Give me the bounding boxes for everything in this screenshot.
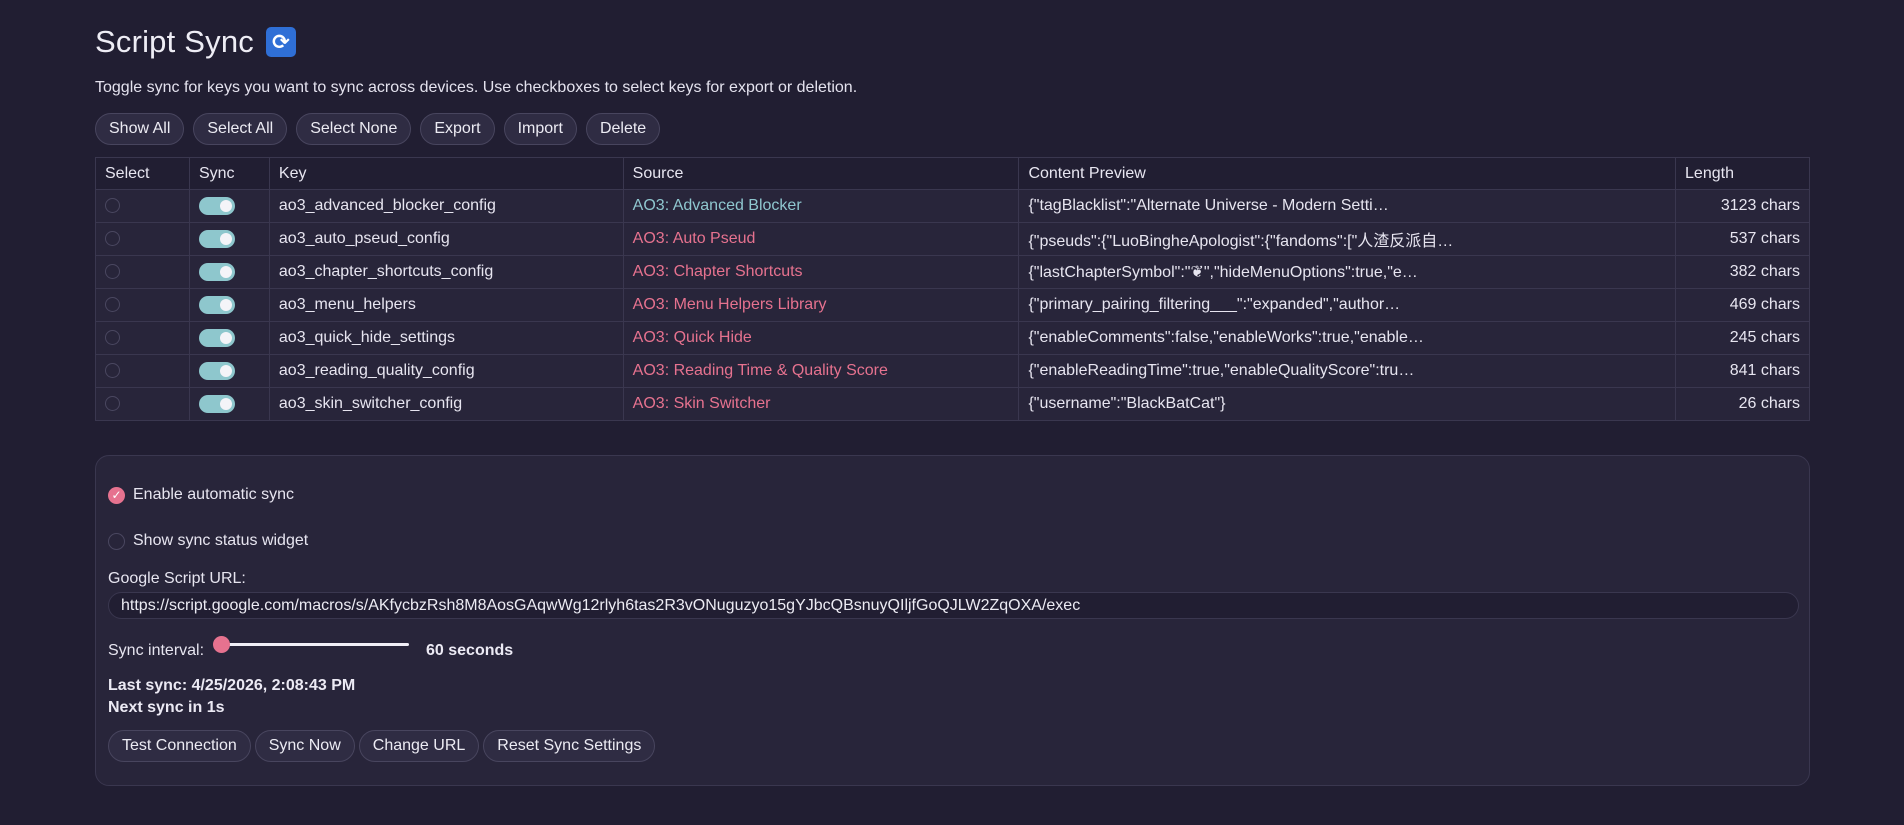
title-row: Script Sync ⟳ (95, 24, 296, 60)
row-source: AO3: Auto Pseud (622, 222, 1020, 256)
column-header-length: Length (1675, 157, 1810, 190)
column-header-select: Select (95, 157, 190, 190)
row-length: 841 chars (1675, 354, 1810, 388)
row-key: ao3_auto_pseud_config (268, 222, 624, 256)
table-header-row: Select Sync Key Source Content Preview L… (95, 157, 1810, 190)
row-key: ao3_quick_hide_settings (268, 321, 624, 355)
sync-now-button[interactable]: Sync Now (254, 730, 355, 762)
status-widget-label: Show sync status widget (133, 532, 309, 549)
row-source: AO3: Reading Time & Quality Score (622, 354, 1020, 388)
column-header-sync: Sync (188, 157, 270, 190)
row-select-checkbox[interactable] (105, 396, 120, 412)
row-length: 245 chars (1675, 321, 1810, 355)
row-key: ao3_advanced_blocker_config (268, 189, 624, 223)
column-header-source: Source (622, 157, 1020, 190)
row-source: AO3: Quick Hide (622, 321, 1020, 355)
row-select-checkbox[interactable] (105, 264, 120, 280)
url-label: Google Script URL: (108, 570, 246, 587)
test-connection-button[interactable]: Test Connection (108, 730, 251, 762)
row-preview: {"tagBlacklist":"Alternate Universe - Mo… (1018, 189, 1677, 223)
select-all-button[interactable]: Select All (193, 113, 288, 145)
sync-toggle[interactable] (198, 394, 235, 413)
sync-icon: ⟳ (265, 27, 296, 57)
table-row: ao3_chapter_shortcuts_config AO3: Chapte… (95, 255, 1810, 289)
sync-toggle[interactable] (198, 361, 235, 380)
reset-sync-settings-button[interactable]: Reset Sync Settings (483, 730, 656, 762)
export-button[interactable]: Export (420, 113, 495, 145)
status-widget-checkbox[interactable] (108, 532, 125, 550)
interval-slider-thumb[interactable] (213, 636, 230, 653)
row-key: ao3_reading_quality_config (268, 354, 624, 388)
sync-toggle[interactable] (198, 229, 235, 248)
row-length: 3123 chars (1675, 189, 1810, 223)
panel-buttons: Test Connection Sync Now Change URL Rese… (108, 730, 656, 762)
row-preview: {"enableComments":false,"enableWorks":tr… (1018, 321, 1677, 355)
sync-toggle[interactable] (198, 295, 235, 314)
table-row: ao3_auto_pseud_config AO3: Auto Pseud {"… (95, 222, 1810, 256)
row-source: AO3: Chapter Shortcuts (622, 255, 1020, 289)
row-key: ao3_chapter_shortcuts_config (268, 255, 624, 289)
row-preview: {"pseuds":{"LuoBingheApologist":{"fandom… (1018, 222, 1677, 256)
interval-slider[interactable] (221, 643, 409, 646)
table-row: ao3_reading_quality_config AO3: Reading … (95, 354, 1810, 388)
row-length: 537 chars (1675, 222, 1810, 256)
last-sync-status: Last sync: 4/25/2026, 2:08:43 PM (108, 677, 356, 694)
row-length: 382 chars (1675, 255, 1810, 289)
toolbar: Show All Select All Select None Export I… (95, 113, 661, 145)
next-sync-status: Next sync in 1s (108, 699, 225, 716)
delete-button[interactable]: Delete (585, 113, 661, 145)
interval-label: Sync interval: (108, 642, 205, 659)
table-row: ao3_menu_helpers AO3: Menu Helpers Libra… (95, 288, 1810, 322)
sync-toggle[interactable] (198, 262, 235, 281)
interval-value: 60 seconds (426, 642, 514, 659)
change-url-button[interactable]: Change URL (358, 730, 480, 762)
row-source: AO3: Skin Switcher (622, 387, 1020, 421)
row-preview: {"enableReadingTime":true,"enableQuality… (1018, 354, 1677, 388)
sync-toggle[interactable] (198, 328, 235, 347)
sync-settings-panel: ✓ Enable automatic sync Show sync status… (95, 455, 1810, 786)
row-key: ao3_skin_switcher_config (268, 387, 624, 421)
row-length: 469 chars (1675, 288, 1810, 322)
row-preview: {"primary_pairing_filtering___":"expande… (1018, 288, 1677, 322)
row-select-checkbox[interactable] (105, 231, 120, 247)
column-header-content-preview: Content Preview (1018, 157, 1677, 190)
table-row: ao3_advanced_blocker_config AO3: Advance… (95, 189, 1810, 223)
row-select-checkbox[interactable] (105, 330, 120, 346)
keys-table: Select Sync Key Source Content Preview L… (95, 157, 1810, 421)
script-url-input[interactable] (108, 592, 1799, 619)
checkmark-icon[interactable]: ✓ (108, 486, 125, 504)
auto-sync-option[interactable]: ✓ Enable automatic sync (108, 486, 294, 504)
row-select-checkbox[interactable] (105, 198, 120, 214)
row-length: 26 chars (1675, 387, 1810, 421)
row-preview: {"lastChapterSymbol":"❦","hideMenuOption… (1018, 255, 1677, 289)
table-row: ao3_quick_hide_settings AO3: Quick Hide … (95, 321, 1810, 355)
row-source: AO3: Menu Helpers Library (622, 288, 1020, 322)
column-header-key: Key (268, 157, 624, 190)
row-select-checkbox[interactable] (105, 363, 120, 379)
row-select-checkbox[interactable] (105, 297, 120, 313)
row-source: AO3: Advanced Blocker (622, 189, 1020, 223)
row-key: ao3_menu_helpers (268, 288, 624, 322)
row-preview: {"username":"BlackBatCat"} (1018, 387, 1677, 421)
sync-toggle[interactable] (198, 196, 235, 215)
status-widget-option[interactable]: Show sync status widget (108, 532, 308, 550)
import-button[interactable]: Import (503, 113, 577, 145)
show-all-button[interactable]: Show All (95, 113, 185, 145)
select-none-button[interactable]: Select None (296, 113, 412, 145)
auto-sync-label: Enable automatic sync (133, 486, 294, 503)
table-row: ao3_skin_switcher_config AO3: Skin Switc… (95, 387, 1810, 421)
page-description: Toggle sync for keys you want to sync ac… (95, 79, 858, 96)
page-title: Script Sync (95, 24, 254, 59)
